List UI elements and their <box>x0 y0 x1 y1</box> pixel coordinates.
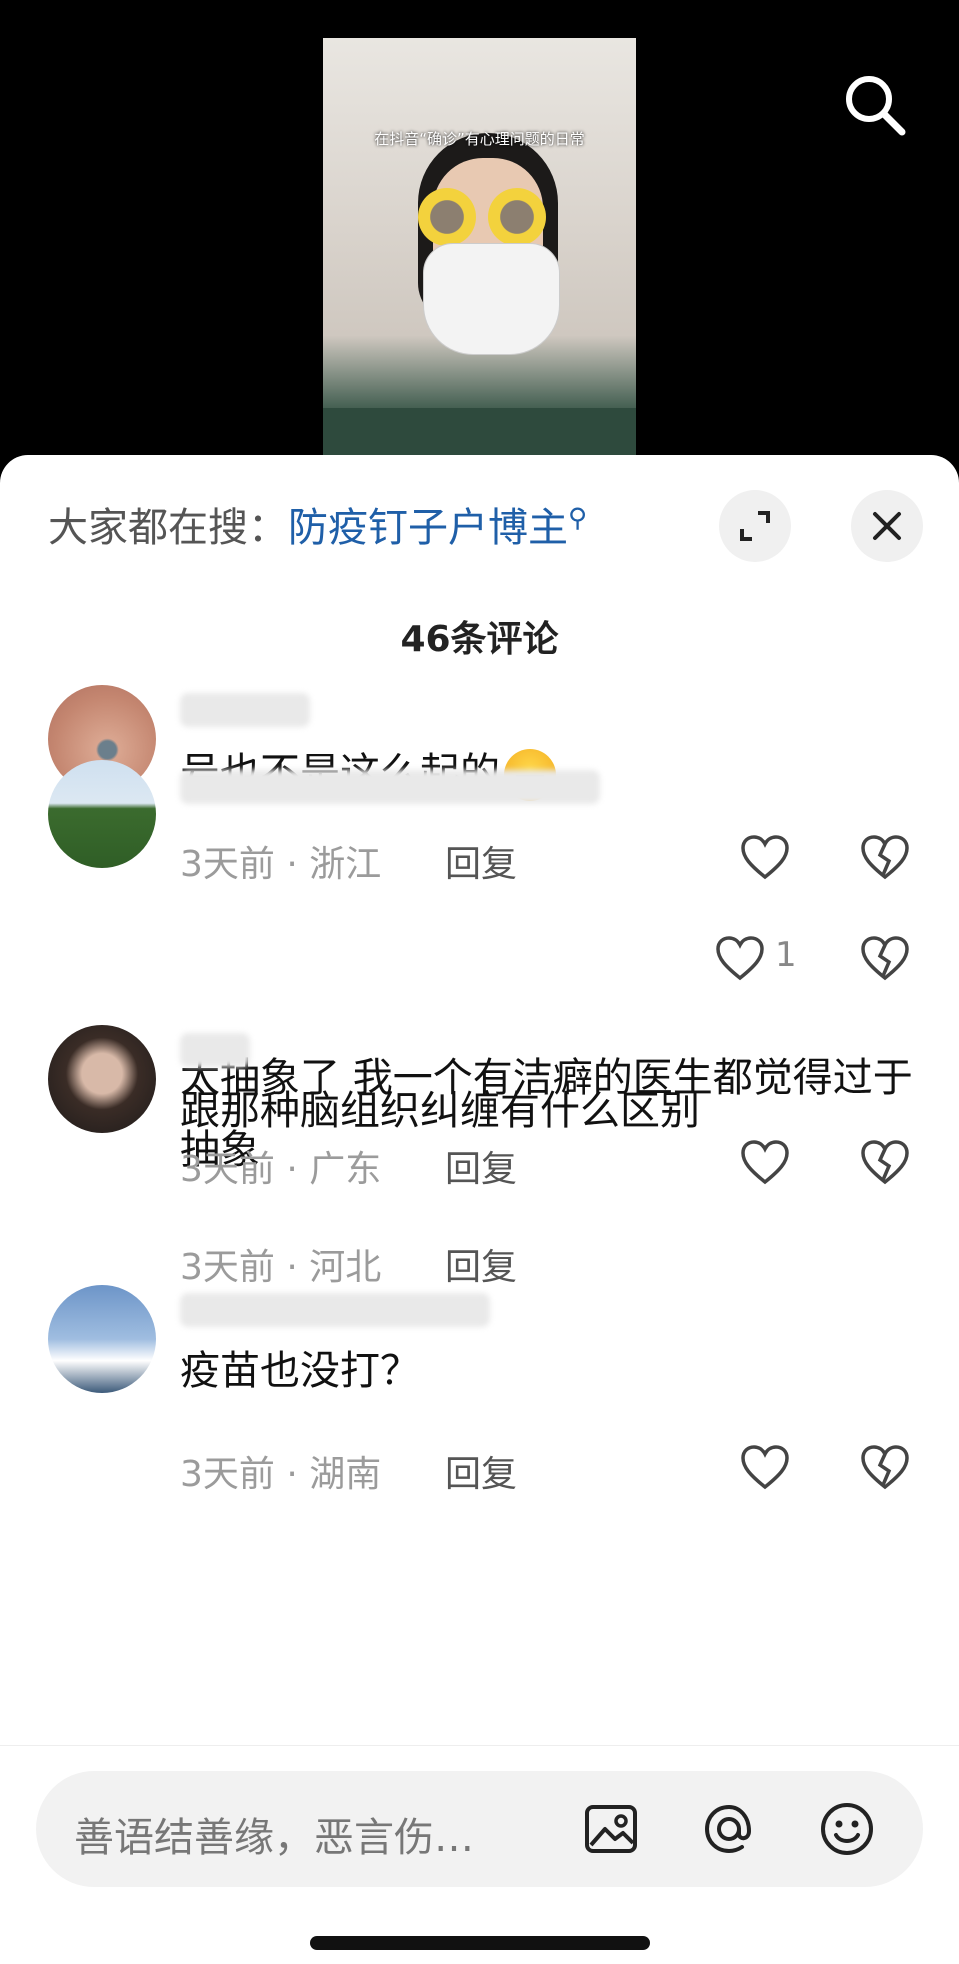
close-button[interactable] <box>851 490 923 562</box>
search-small-icon: ⚲ <box>568 503 588 534</box>
heart-icon[interactable] <box>740 1445 790 1491</box>
reply-button[interactable]: 回复 <box>445 1238 517 1290</box>
broken-heart-icon[interactable] <box>860 835 910 881</box>
comment-meta: 3天前 · 河北 <box>180 1247 382 1288</box>
comment-text: 跟那种脑组织纠缠有什么区别 <box>180 1088 700 1134</box>
hot-search-link[interactable]: 大家都在搜：防疫钉子户博主⚲ <box>48 495 587 553</box>
comment-input[interactable]: 善语结善缘，恶言伤… <box>36 1771 923 1887</box>
video-area[interactable]: 在抖音“确诊”有心理问题的日常 <box>0 0 959 470</box>
heart-icon[interactable] <box>740 835 790 881</box>
comment-meta: 3天前 · 浙江 <box>180 844 382 885</box>
emoji-icon[interactable] <box>817 1799 877 1859</box>
username-blurred[interactable] <box>180 1293 490 1327</box>
home-indicator[interactable] <box>310 1936 650 1950</box>
avatar[interactable] <box>48 1025 156 1133</box>
heart-icon[interactable] <box>715 936 765 982</box>
broken-heart-icon[interactable] <box>860 936 910 982</box>
face-mask <box>423 243 560 355</box>
avatar[interactable] <box>48 1285 156 1393</box>
comment-count: 46条评论 <box>400 619 559 660</box>
username-blurred[interactable] <box>180 693 310 727</box>
comment-meta: 3天前 · 广东 <box>180 1149 382 1190</box>
broken-heart-icon[interactable] <box>860 1140 910 1186</box>
at-icon[interactable] <box>699 1799 759 1859</box>
cat-glasses-sticker-right <box>488 188 546 246</box>
hot-search-label: 大家都在搜： <box>48 505 288 551</box>
expand-icon <box>740 511 770 541</box>
comment-text: 疫苗也没打？ <box>180 1348 420 1394</box>
input-placeholder: 善语结善缘，恶言伤… <box>74 1815 474 1861</box>
image-icon[interactable] <box>581 1799 641 1859</box>
username-blurred[interactable] <box>180 1033 250 1067</box>
expand-button[interactable] <box>719 490 791 562</box>
cat-glasses-sticker-left <box>418 188 476 246</box>
avatar[interactable] <box>48 760 156 868</box>
comments-sheet: 大家都在搜：防疫钉子户博主⚲ 46条评论 号也不是这么起的 3天前 · 浙江 回… <box>0 455 959 1963</box>
video-caption: 在抖音“确诊”有心理问题的日常 <box>374 130 585 148</box>
reply-button[interactable]: 回复 <box>445 835 517 887</box>
close-icon <box>873 512 901 540</box>
comment-meta: 3天前 · 湖南 <box>180 1454 382 1495</box>
comment-input-bar: 善语结善缘，恶言伤… <box>0 1745 959 1964</box>
like-count: 1 <box>775 935 797 975</box>
hot-search-term[interactable]: 防疫钉子户博主 <box>288 505 568 551</box>
video-thumbnail[interactable]: 在抖音“确诊”有心理问题的日常 <box>323 38 636 463</box>
broken-heart-icon[interactable] <box>860 1445 910 1491</box>
reply-button[interactable]: 回复 <box>445 1140 517 1192</box>
reply-button[interactable]: 回复 <box>445 1445 517 1497</box>
heart-icon[interactable] <box>740 1140 790 1186</box>
username-blurred[interactable] <box>180 770 600 804</box>
search-icon[interactable] <box>840 70 910 140</box>
